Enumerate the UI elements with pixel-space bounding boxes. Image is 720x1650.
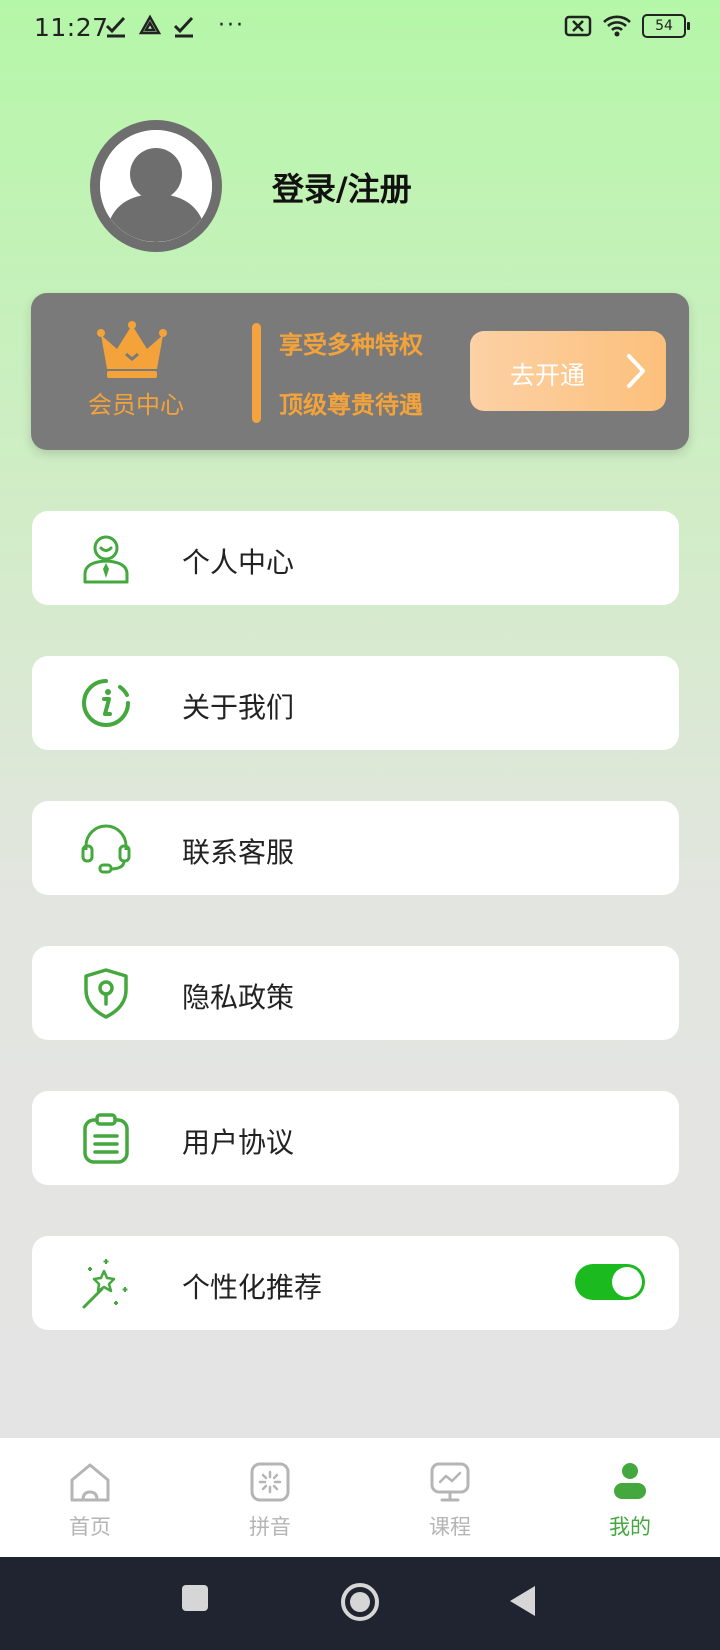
chevron-right-icon (627, 354, 645, 388)
open-vip-button[interactable]: 去开通 (470, 331, 666, 411)
open-vip-button-label: 去开通 (510, 361, 586, 390)
tab-home[interactable]: 首页 (0, 1438, 180, 1558)
menu-item-personal-center[interactable]: 个人中心 (32, 511, 679, 605)
magic-wand-icon (82, 1259, 128, 1309)
bottom-nav: 首页 拼音 课程 我的 (0, 1437, 720, 1558)
recents-button-icon[interactable] (181, 1584, 209, 1612)
clipboard-icon (83, 1113, 129, 1164)
back-button-icon[interactable] (508, 1584, 536, 1618)
system-nav-bar (0, 1557, 720, 1650)
status-system-icons: 54 (564, 14, 690, 38)
tab-label: 拼音 (249, 1515, 291, 1539)
battery-icon: 54 (642, 14, 690, 38)
menu-item-label: 隐私政策 (182, 981, 295, 1014)
menu-item-label: 联系客服 (182, 836, 295, 869)
vip-benefit-line2: 顶级尊贵待遇 (279, 391, 423, 419)
tab-label: 我的 (609, 1515, 651, 1539)
course-icon (430, 1462, 470, 1502)
crown-icon (97, 321, 167, 378)
shield-icon (84, 968, 128, 1019)
menu-item-user-agreement[interactable]: 用户协议 (32, 1091, 679, 1185)
drive-icon (138, 14, 162, 38)
more-notifications-icon: ··· (218, 13, 245, 38)
menu-item-personalized-recommendation: 个性化推荐 (32, 1236, 679, 1330)
vip-benefit-line1: 享受多种特权 (279, 331, 423, 359)
menu-item-contact-support[interactable]: 联系客服 (32, 801, 679, 895)
menu-item-privacy-policy[interactable]: 隐私政策 (32, 946, 679, 1040)
headset-icon (81, 824, 131, 874)
home-button-icon[interactable] (340, 1582, 380, 1622)
personalized-recommendation-toggle[interactable] (575, 1264, 645, 1300)
menu-item-label: 个性化推荐 (182, 1271, 323, 1304)
status-time: 11:27 (34, 13, 109, 42)
login-register-link[interactable]: 登录/注册 (272, 164, 412, 210)
default-avatar-icon (100, 130, 212, 242)
menu-item-about-us[interactable]: 关于我们 (32, 656, 679, 750)
check-icon (172, 14, 196, 38)
menu-item-label: 用户协议 (182, 1126, 295, 1159)
profile-icon (614, 1463, 646, 1499)
tab-label: 首页 (69, 1515, 111, 1539)
tab-mine[interactable]: 我的 (540, 1438, 720, 1558)
tab-pinyin[interactable]: 拼音 (180, 1438, 360, 1558)
check-icon (104, 14, 128, 38)
sim-off-icon (564, 15, 592, 37)
home-icon (70, 1463, 110, 1502)
wifi-icon (603, 15, 631, 37)
status-bar: 11:27 ··· 54 (0, 0, 720, 56)
status-notification-icons: ··· (104, 13, 245, 38)
vip-card[interactable]: 会员中心 享受多种特权 顶级尊贵待遇 去开通 (31, 293, 689, 450)
avatar[interactable] (90, 120, 222, 252)
info-icon (82, 679, 130, 727)
tab-course[interactable]: 课程 (360, 1438, 540, 1558)
toggle-knob (612, 1267, 642, 1297)
vip-center-label: 会员中心 (88, 391, 184, 419)
menu-item-label: 关于我们 (182, 691, 295, 724)
vip-divider (252, 323, 261, 423)
pinyin-icon (250, 1462, 290, 1502)
menu-item-label: 个人中心 (182, 546, 295, 579)
person-icon (83, 535, 129, 584)
tab-label: 课程 (429, 1515, 471, 1539)
